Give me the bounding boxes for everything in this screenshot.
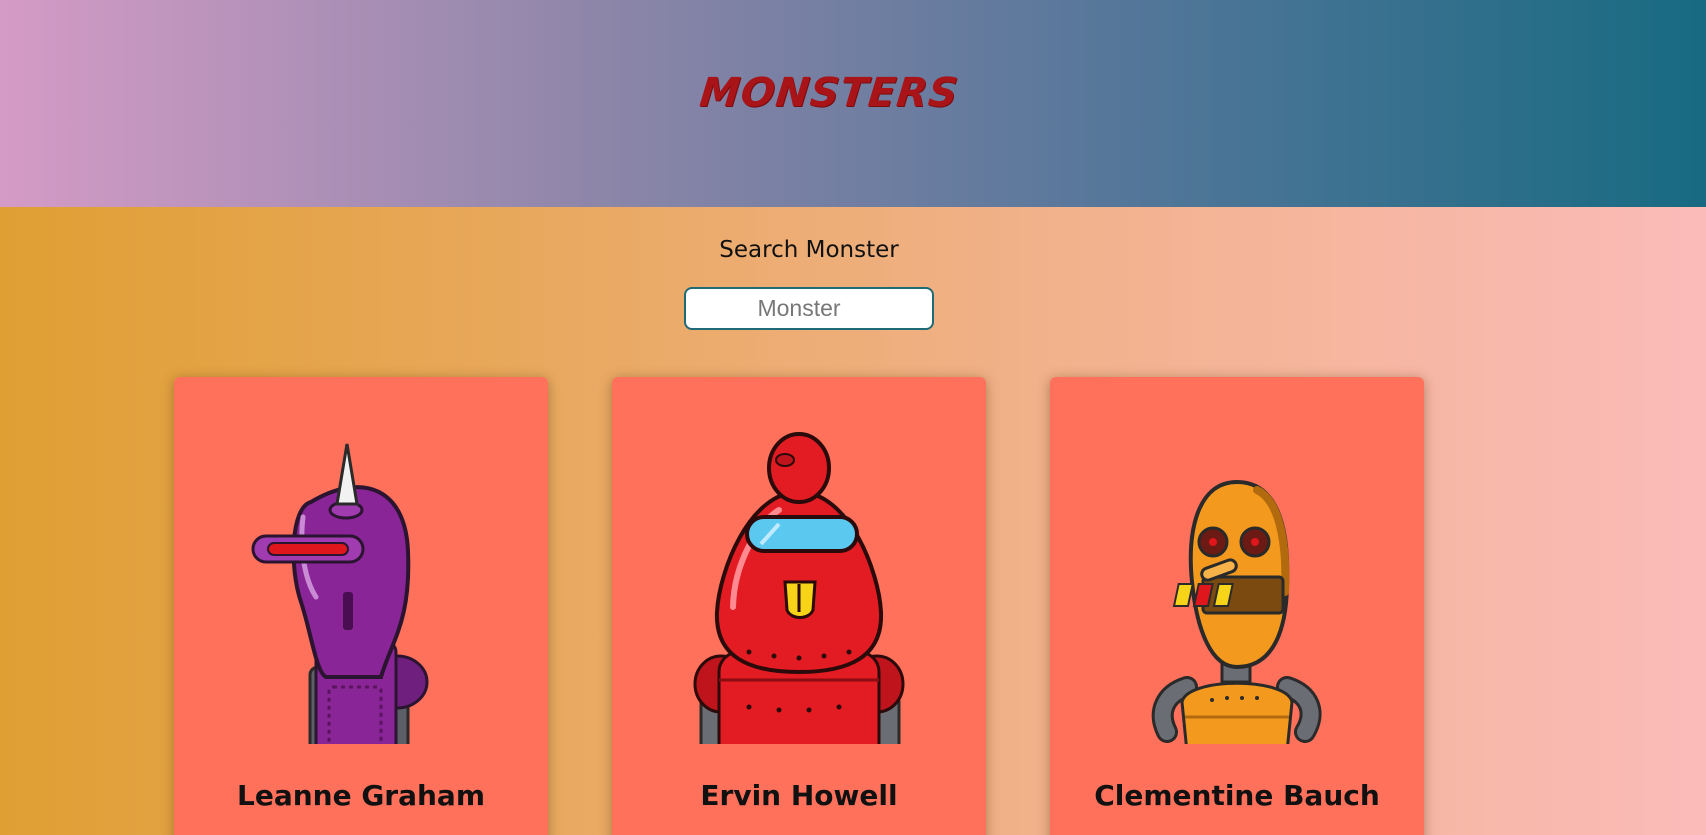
- monster-name: Clementine Bauch: [1094, 779, 1380, 812]
- monster-card[interactable]: Leanne Graham: [174, 377, 548, 835]
- monster-name: Ervin Howell: [700, 779, 898, 812]
- purple-robot-icon: [211, 432, 511, 744]
- main-content: Search Monster Monster Leanne Graham Erv…: [0, 207, 1706, 835]
- search-input[interactable]: [684, 287, 934, 330]
- monster-card[interactable]: Ervin Howell: [612, 377, 986, 835]
- orange-robot-icon: [1087, 432, 1387, 744]
- monster-name: Leanne Graham: [236, 779, 486, 812]
- monster-card[interactable]: Clementine Bauch: [1050, 377, 1424, 835]
- red-robot-icon: [649, 432, 949, 744]
- search-label: Search Monster: [719, 237, 899, 263]
- page-header: Monsters: [0, 0, 1706, 207]
- page-title: Monsters: [697, 70, 961, 116]
